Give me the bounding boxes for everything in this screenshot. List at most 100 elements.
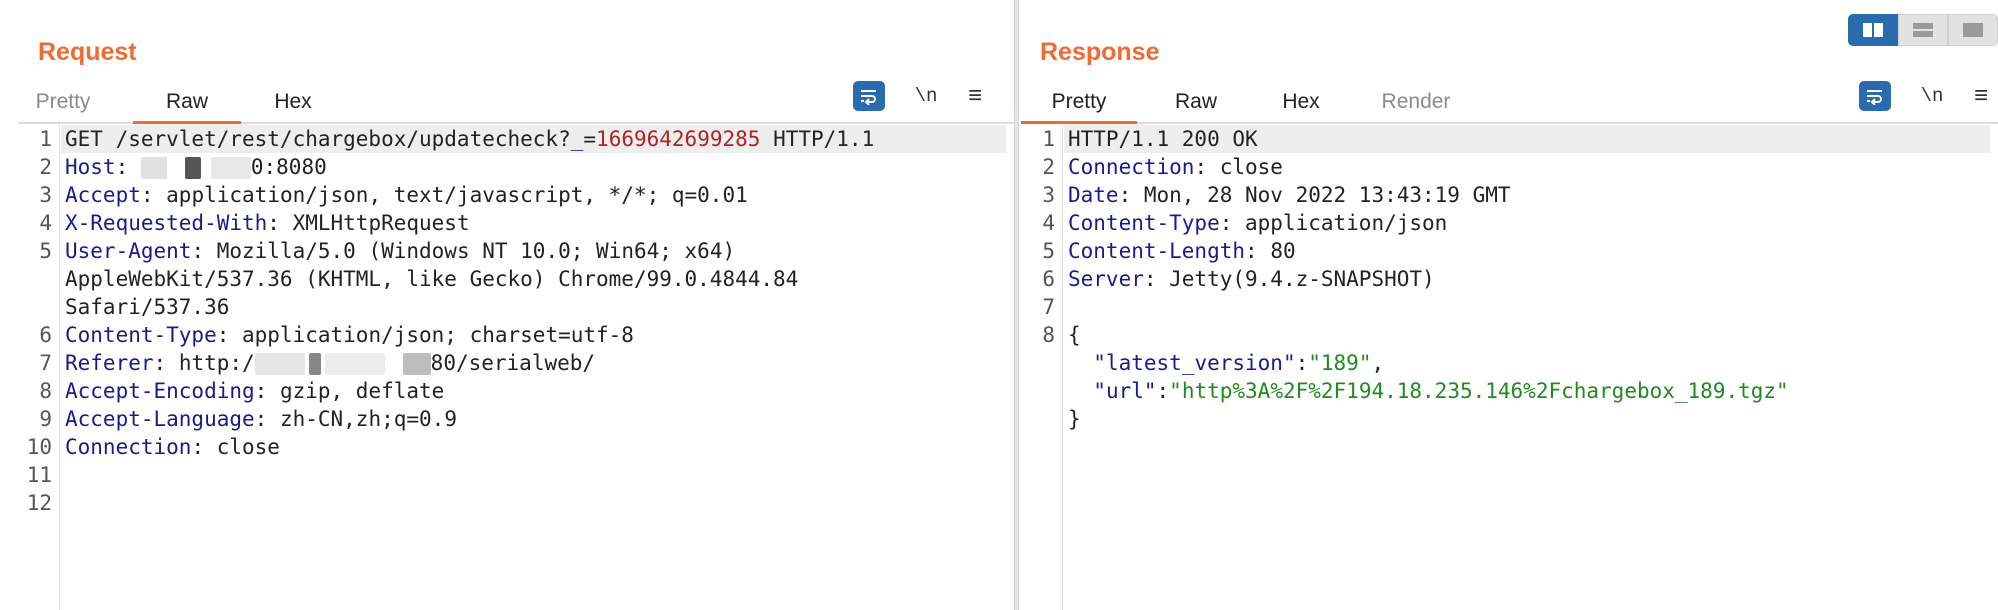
response-title: Response <box>1040 38 1160 66</box>
response-tab-render[interactable]: Render <box>1366 84 1466 124</box>
header-user-agent-cont: Safari/537.36 <box>61 293 1006 321</box>
header-value: application/json, text/javascript, */*; … <box>166 183 748 207</box>
header-name: Connection <box>1068 155 1195 179</box>
redaction-block <box>140 157 167 179</box>
header-value: application/json <box>1245 211 1448 235</box>
header-value: 80/serialweb/ <box>430 351 596 375</box>
header-value: application/json; charset=utf-8 <box>242 323 634 347</box>
json-entry: "latest_version":"189", <box>1093 351 1385 375</box>
request-menu-icon[interactable]: ≡ <box>963 80 987 112</box>
query-param-name: _ <box>570 127 584 151</box>
line-number: 2 <box>39 155 52 179</box>
response-tab-hex[interactable]: Hex <box>1266 84 1336 124</box>
header-name: Referer <box>65 351 154 375</box>
empty-line <box>61 489 1006 517</box>
request-line: GET /servlet/rest/chargebox/updatecheck?… <box>61 125 1006 153</box>
line-number: 1 <box>1042 127 1055 151</box>
line-number <box>18 265 59 293</box>
header-accept-encoding: Accept-Encoding: gzip, deflate <box>65 379 445 403</box>
response-line-gutter: 1 2 3 4 5 6 7 8 <box>1021 125 1063 610</box>
header-content-type: Content-Type: application/json; charset=… <box>65 323 634 347</box>
redaction-block <box>402 353 431 375</box>
line-number: 2 <box>1042 155 1055 179</box>
header-value: AppleWebKit/537.36 (KHTML, like Gecko) C… <box>65 267 799 291</box>
response-tab-pretty[interactable]: Pretty <box>1021 84 1137 124</box>
line-number <box>18 293 59 321</box>
header-name: Host <box>65 155 116 179</box>
line-number: 3 <box>39 183 52 207</box>
line-number: 9 <box>39 407 52 431</box>
header-value: 80 <box>1270 239 1296 263</box>
header-value: Jetty(9.4.z-SNAPSHOT) <box>1169 267 1435 291</box>
header-value: 0:8080 <box>250 155 327 179</box>
query-equals: = <box>583 127 597 151</box>
json-value: "http%3A%2F%2F194.18.235.146%2Fchargebox… <box>1169 379 1789 403</box>
header-name: Server <box>1068 267 1144 291</box>
header-accept-language: Accept-Language: zh-CN,zh;q=0.9 <box>65 407 457 431</box>
line-number: 11 <box>26 463 52 487</box>
request-line-gutter: 1 2 3 4 5 6 7 8 9 10 11 12 <box>18 125 60 610</box>
line-number: 4 <box>1042 211 1055 235</box>
request-tab-pretty[interactable]: Pretty <box>18 84 108 124</box>
header-name: Accept-Language <box>65 407 255 431</box>
redaction-block <box>254 353 305 375</box>
line-number: 8 <box>1042 323 1055 347</box>
request-pane: Request Pretty Raw Hex \n ≡ 1 2 3 4 5 6 … <box>0 0 1014 610</box>
request-title: Request <box>38 38 137 66</box>
request-code: GET /servlet/rest/chargebox/updatecheck?… <box>61 125 1006 517</box>
request-tab-hex[interactable]: Hex <box>258 84 328 124</box>
header-value: XMLHttpRequest <box>292 211 470 235</box>
header-date: Date: Mon, 28 Nov 2022 13:43:19 GMT <box>1068 183 1511 207</box>
response-code: HTTP/1.1 200 OK Connection: close Date: … <box>1064 125 1990 433</box>
header-connection: Connection: close <box>65 435 280 459</box>
line-number: 5 <box>1042 239 1055 263</box>
redaction-block <box>210 157 251 179</box>
redaction-block <box>308 353 321 375</box>
header-host: Host: 0:8080 <box>65 155 327 179</box>
empty-line <box>1064 293 1990 321</box>
request-newline-toggle-button[interactable]: \n <box>912 80 940 112</box>
protocol-text: HTTP/1.1 <box>760 127 875 151</box>
response-tab-raw[interactable]: Raw <box>1161 84 1231 124</box>
header-value: http:/ <box>178 351 255 375</box>
header-name: Content-Type <box>1068 211 1220 235</box>
request-wrap-toggle-button[interactable] <box>853 81 885 111</box>
response-wrap-toggle-button[interactable] <box>1859 81 1891 111</box>
line-number: 12 <box>26 491 52 515</box>
wrap-lines-icon <box>1867 90 1882 105</box>
header-referer: Referer: http:/80/serialweb/ <box>65 351 596 375</box>
header-value: gzip, deflate <box>279 379 445 403</box>
header-content-length: Content-Length: 80 <box>1068 239 1296 263</box>
header-name: X-Requested-With <box>65 211 268 235</box>
header-value: Mon, 28 Nov 2022 13:43:19 GMT <box>1143 183 1511 207</box>
response-newline-toggle-button[interactable]: \n <box>1918 80 1946 112</box>
response-editor[interactable]: 1 2 3 4 5 6 7 8 HTTP/1.1 200 OK Connecti… <box>1021 125 1998 610</box>
json-brace-close: } <box>1068 407 1081 431</box>
header-user-agent: User-Agent: Mozilla/5.0 (Windows NT 10.0… <box>65 239 736 263</box>
line-number: 1 <box>39 127 52 151</box>
response-menu-icon[interactable]: ≡ <box>1969 80 1993 112</box>
json-brace-open: { <box>1068 323 1081 347</box>
query-param-value: 1669642699285 <box>596 127 761 151</box>
response-tabbar: Pretty Raw Hex Render <box>1021 84 1998 124</box>
line-number: 6 <box>39 323 52 347</box>
line-number: 3 <box>1042 183 1055 207</box>
line-number <box>1021 349 1062 377</box>
line-number: 6 <box>1042 267 1055 291</box>
header-value: Safari/537.36 <box>65 295 230 319</box>
line-number: 7 <box>39 351 52 375</box>
header-value: close <box>1219 155 1283 179</box>
header-name: Content-Type <box>65 323 217 347</box>
header-value: close <box>216 435 280 459</box>
header-connection: Connection: close <box>1068 155 1283 179</box>
request-line-text: GET /servlet/rest/chargebox/updatecheck? <box>65 127 571 151</box>
json-key: "url" <box>1093 379 1157 403</box>
header-name: Accept <box>65 183 141 207</box>
line-number: 4 <box>39 211 52 235</box>
header-user-agent-cont: AppleWebKit/537.36 (KHTML, like Gecko) C… <box>61 265 1006 293</box>
json-value: "189" <box>1308 351 1372 375</box>
request-editor[interactable]: 1 2 3 4 5 6 7 8 9 10 11 12 GET /servlet/… <box>18 125 1014 610</box>
header-server: Server: Jetty(9.4.z-SNAPSHOT) <box>1068 267 1435 291</box>
line-number: 7 <box>1042 295 1055 319</box>
request-tab-raw[interactable]: Raw <box>133 84 241 124</box>
